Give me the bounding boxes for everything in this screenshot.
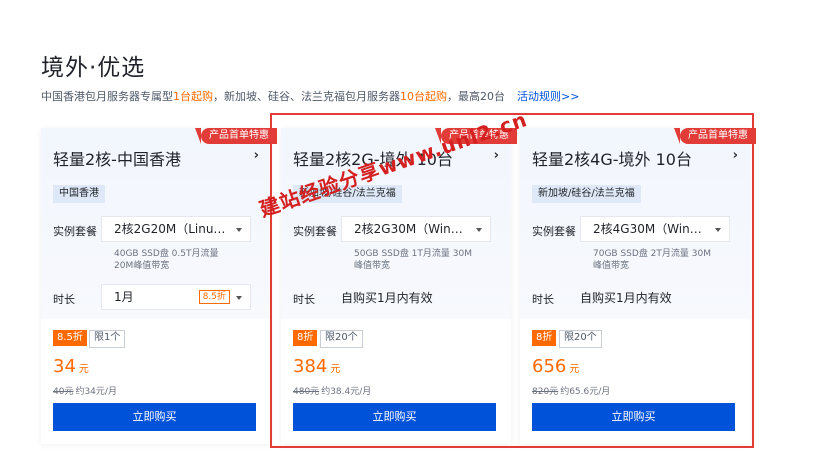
card-title[interactable]: 轻量2核-中国香港 (53, 146, 181, 170)
subtitle-highlight-1: 1台起购 (173, 90, 213, 103)
subtitle-text-1: 中国香港包月服务器专属型 (41, 90, 173, 103)
subtitle-text-2: ，新加坡、硅谷、法兰克福包月服务器 (213, 90, 400, 103)
buy-now-button[interactable]: 立即购买 (53, 403, 256, 431)
duration-select[interactable]: 1月 8.5折 (101, 284, 251, 310)
duration-discount-tag: 8.5折 (198, 290, 230, 304)
original-price: 40元 约34元/月 (53, 384, 117, 397)
activity-rules-link[interactable]: 活动规则>> (517, 90, 579, 103)
chevron-right-icon[interactable]: › (254, 148, 259, 163)
spec-line-1: 40GB SSD盘 0.5T月流量 (114, 249, 219, 259)
product-card-hk: 产品首单特惠 轻量2核-中国香港 › 中国香港 实例套餐 2核2G20M（Lin… (41, 128, 277, 444)
region-tag: 中国香港 (53, 185, 105, 203)
monthly-price: 约34元/月 (75, 387, 117, 397)
limit-badge: 限1个 (89, 330, 126, 348)
package-select[interactable]: 2核2G20M（Linu… (101, 216, 251, 242)
price: 34 元 (53, 356, 89, 377)
highlight-annotation-box (270, 113, 754, 448)
package-select-value: 2核2G20M（Linu… (114, 222, 226, 236)
first-order-ribbon: 产品首单特惠 (195, 128, 277, 144)
duration-select-value: 1月 (114, 290, 134, 304)
discount-badge: 8.5折 (53, 330, 87, 346)
original-price-value: 40元 (53, 387, 74, 397)
price-value: 34 (53, 356, 76, 377)
promo-subtitle: 中国香港包月服务器专属型1台起购，新加坡、硅谷、法兰克福包月服务器10台起购，最… (41, 88, 579, 104)
caret-down-icon (236, 296, 242, 300)
price-unit: 元 (78, 364, 89, 375)
duration-label: 时长 (53, 293, 75, 306)
package-label: 实例套餐 (53, 225, 97, 238)
caret-down-icon (236, 228, 242, 232)
subtitle-highlight-2: 10台起购 (400, 90, 447, 103)
subtitle-text-3: ，最高20台 (447, 90, 505, 103)
spec-line-2: 20M峰值带宽 (114, 261, 170, 271)
page-title: 境外·优选 (41, 55, 146, 81)
